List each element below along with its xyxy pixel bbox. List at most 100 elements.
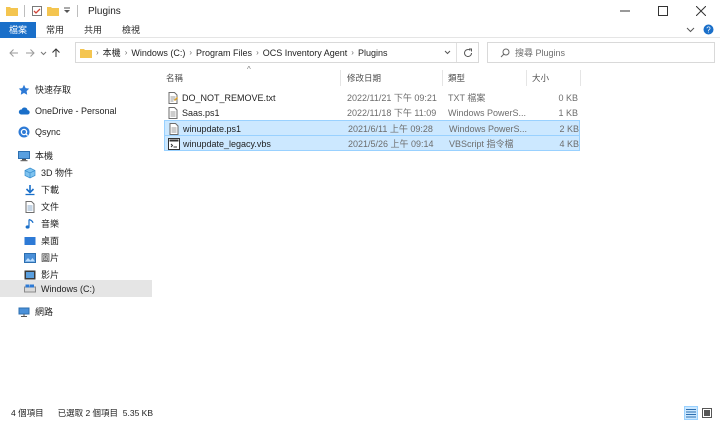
help-icon[interactable]: ? <box>703 24 714 37</box>
close-button[interactable] <box>682 0 720 22</box>
table-row[interactable]: Saas.ps1 2022/11/18 下午 11:09 Windows Pow… <box>164 105 580 121</box>
sidebar-item-label: 圖片 <box>41 253 60 263</box>
window-title: Plugins <box>88 5 121 17</box>
computer-icon <box>18 150 30 162</box>
sidebar-item-qsync[interactable]: Qsync <box>18 123 61 140</box>
column-header-type[interactable]: 類型 <box>448 70 465 86</box>
cloud-icon <box>18 105 30 117</box>
properties-icon[interactable] <box>31 5 43 17</box>
address-bar[interactable]: › 本機 › Windows (C:) › Program Files › OC… <box>75 42 479 63</box>
chevron-right-icon[interactable]: › <box>256 48 259 57</box>
new-folder-icon[interactable] <box>47 6 59 16</box>
maximize-button[interactable] <box>644 0 682 22</box>
qsync-icon <box>18 126 30 138</box>
file-type: Windows PowerS... <box>448 107 526 118</box>
refresh-button[interactable] <box>456 43 478 62</box>
file-size: 2 KB <box>559 123 579 134</box>
up-button[interactable] <box>48 43 64 63</box>
file-type: Windows PowerS... <box>449 123 527 134</box>
column-divider[interactable] <box>526 70 527 86</box>
minimize-button[interactable] <box>606 0 644 22</box>
breadcrumb-plugins[interactable]: Plugins <box>358 48 388 58</box>
sidebar-item-label: 網路 <box>35 307 54 317</box>
sidebar-item-music[interactable]: 音樂 <box>24 215 59 232</box>
sidebar-item-label: Qsync <box>35 126 61 137</box>
sort-ascending-icon: ^ <box>247 65 251 74</box>
title-bar: Plugins <box>0 0 720 22</box>
forward-button[interactable] <box>22 43 38 63</box>
chevron-right-icon[interactable]: › <box>189 48 192 57</box>
sidebar-item-label: 音樂 <box>41 219 60 229</box>
search-icon <box>500 48 510 58</box>
back-button[interactable] <box>6 43 22 63</box>
search-box[interactable]: 搜尋 Plugins <box>487 42 715 63</box>
column-header-name[interactable]: 名稱 <box>166 70 183 86</box>
file-list: ^ 名稱 修改日期 類型 大小 DO_NOT_REMOVE.txt 2022/1… <box>160 65 720 403</box>
sidebar-item-label: 3D 物件 <box>41 168 74 178</box>
sidebar-item-network[interactable]: 網路 <box>18 303 53 320</box>
video-icon <box>24 269 36 281</box>
column-header-size[interactable]: 大小 <box>532 70 549 86</box>
file-name-cell: DO_NOT_REMOVE.txt <box>167 90 337 105</box>
chevron-right-icon[interactable]: › <box>351 48 354 57</box>
script-file-icon <box>168 122 180 135</box>
breadcrumb-drive-c[interactable]: Windows (C:) <box>131 48 185 58</box>
table-row[interactable]: winupdate_legacy.vbs 2021/5/26 上午 09:14 … <box>164 135 580 151</box>
navigation-pane: 快速存取 OneDrive - Personal Qsync 本機 3D 物件 … <box>0 72 152 402</box>
file-name-cell: winupdate_legacy.vbs <box>168 136 338 151</box>
sidebar-item-label: 文件 <box>41 202 60 212</box>
table-row[interactable]: DO_NOT_REMOVE.txt 2022/11/21 下午 09:21 TX… <box>164 90 580 106</box>
file-type: VBScript 指令檔 <box>449 139 514 149</box>
sidebar-item-downloads[interactable]: 下載 <box>24 181 59 198</box>
column-divider[interactable] <box>442 70 443 86</box>
table-row[interactable]: winupdate.ps1 2021/6/11 上午 09:28 Windows… <box>164 120 580 136</box>
music-icon <box>24 218 36 230</box>
sidebar-item-3d-objects[interactable]: 3D 物件 <box>24 164 73 181</box>
sidebar-item-quick-access[interactable]: 快速存取 <box>18 81 71 98</box>
breadcrumb-this-pc[interactable]: 本機 <box>103 46 121 59</box>
ribbon-right-controls: ? <box>686 22 714 38</box>
file-name: DO_NOT_REMOVE.txt <box>182 92 276 103</box>
file-date: 2021/6/11 上午 09:28 <box>348 124 433 134</box>
breadcrumb-ocs-inventory-agent[interactable]: OCS Inventory Agent <box>263 48 348 58</box>
sidebar-item-pictures[interactable]: 圖片 <box>24 249 59 266</box>
sidebar-item-windows-c[interactable]: Windows (C:) <box>0 280 152 297</box>
file-name: Saas.ps1 <box>182 107 220 118</box>
tab-view[interactable]: 檢視 <box>112 22 150 38</box>
large-icons-view-button[interactable] <box>700 406 714 420</box>
tab-file[interactable]: 檔案 <box>0 21 37 38</box>
sidebar-item-onedrive[interactable]: OneDrive - Personal <box>18 102 117 119</box>
sidebar-item-desktop[interactable]: 桌面 <box>24 232 59 249</box>
details-view-button[interactable] <box>684 406 698 420</box>
tab-share[interactable]: 共用 <box>74 22 112 38</box>
sidebar-item-label: 桌面 <box>41 236 60 246</box>
breadcrumb-program-files[interactable]: Program Files <box>196 48 252 58</box>
column-divider[interactable] <box>340 70 341 86</box>
vbs-file-icon <box>168 137 180 150</box>
sidebar-item-this-pc[interactable]: 本機 <box>18 147 53 164</box>
file-name-cell: Saas.ps1 <box>167 105 337 120</box>
tab-home[interactable]: 常用 <box>36 22 74 38</box>
download-icon <box>24 184 36 196</box>
folder-icon <box>80 48 92 58</box>
customize-toolbar-icon[interactable] <box>63 7 71 15</box>
search-input[interactable]: 搜尋 Plugins <box>515 46 565 59</box>
column-divider[interactable] <box>580 70 581 86</box>
address-history-dropdown[interactable] <box>438 50 456 55</box>
svg-text:?: ? <box>706 25 711 34</box>
star-icon <box>18 84 30 96</box>
folder-icon <box>6 6 18 16</box>
column-header-date[interactable]: 修改日期 <box>347 70 381 86</box>
file-date: 2021/5/26 上午 09:14 <box>348 139 434 149</box>
sidebar-item-label: 下載 <box>41 185 60 195</box>
sidebar-item-documents[interactable]: 文件 <box>24 198 59 215</box>
expand-ribbon-icon[interactable] <box>686 25 695 35</box>
ribbon-tabs: 檔案 常用 共用 檢視 ? <box>0 21 720 38</box>
file-size: 4 KB <box>559 138 579 149</box>
document-icon <box>24 200 36 213</box>
file-name: winupdate.ps1 <box>183 123 242 134</box>
chevron-right-icon[interactable]: › <box>125 48 128 57</box>
recent-locations-button[interactable] <box>38 43 48 63</box>
sidebar-item-label: 本機 <box>35 151 54 161</box>
sidebar-item-label: 快速存取 <box>35 85 72 95</box>
